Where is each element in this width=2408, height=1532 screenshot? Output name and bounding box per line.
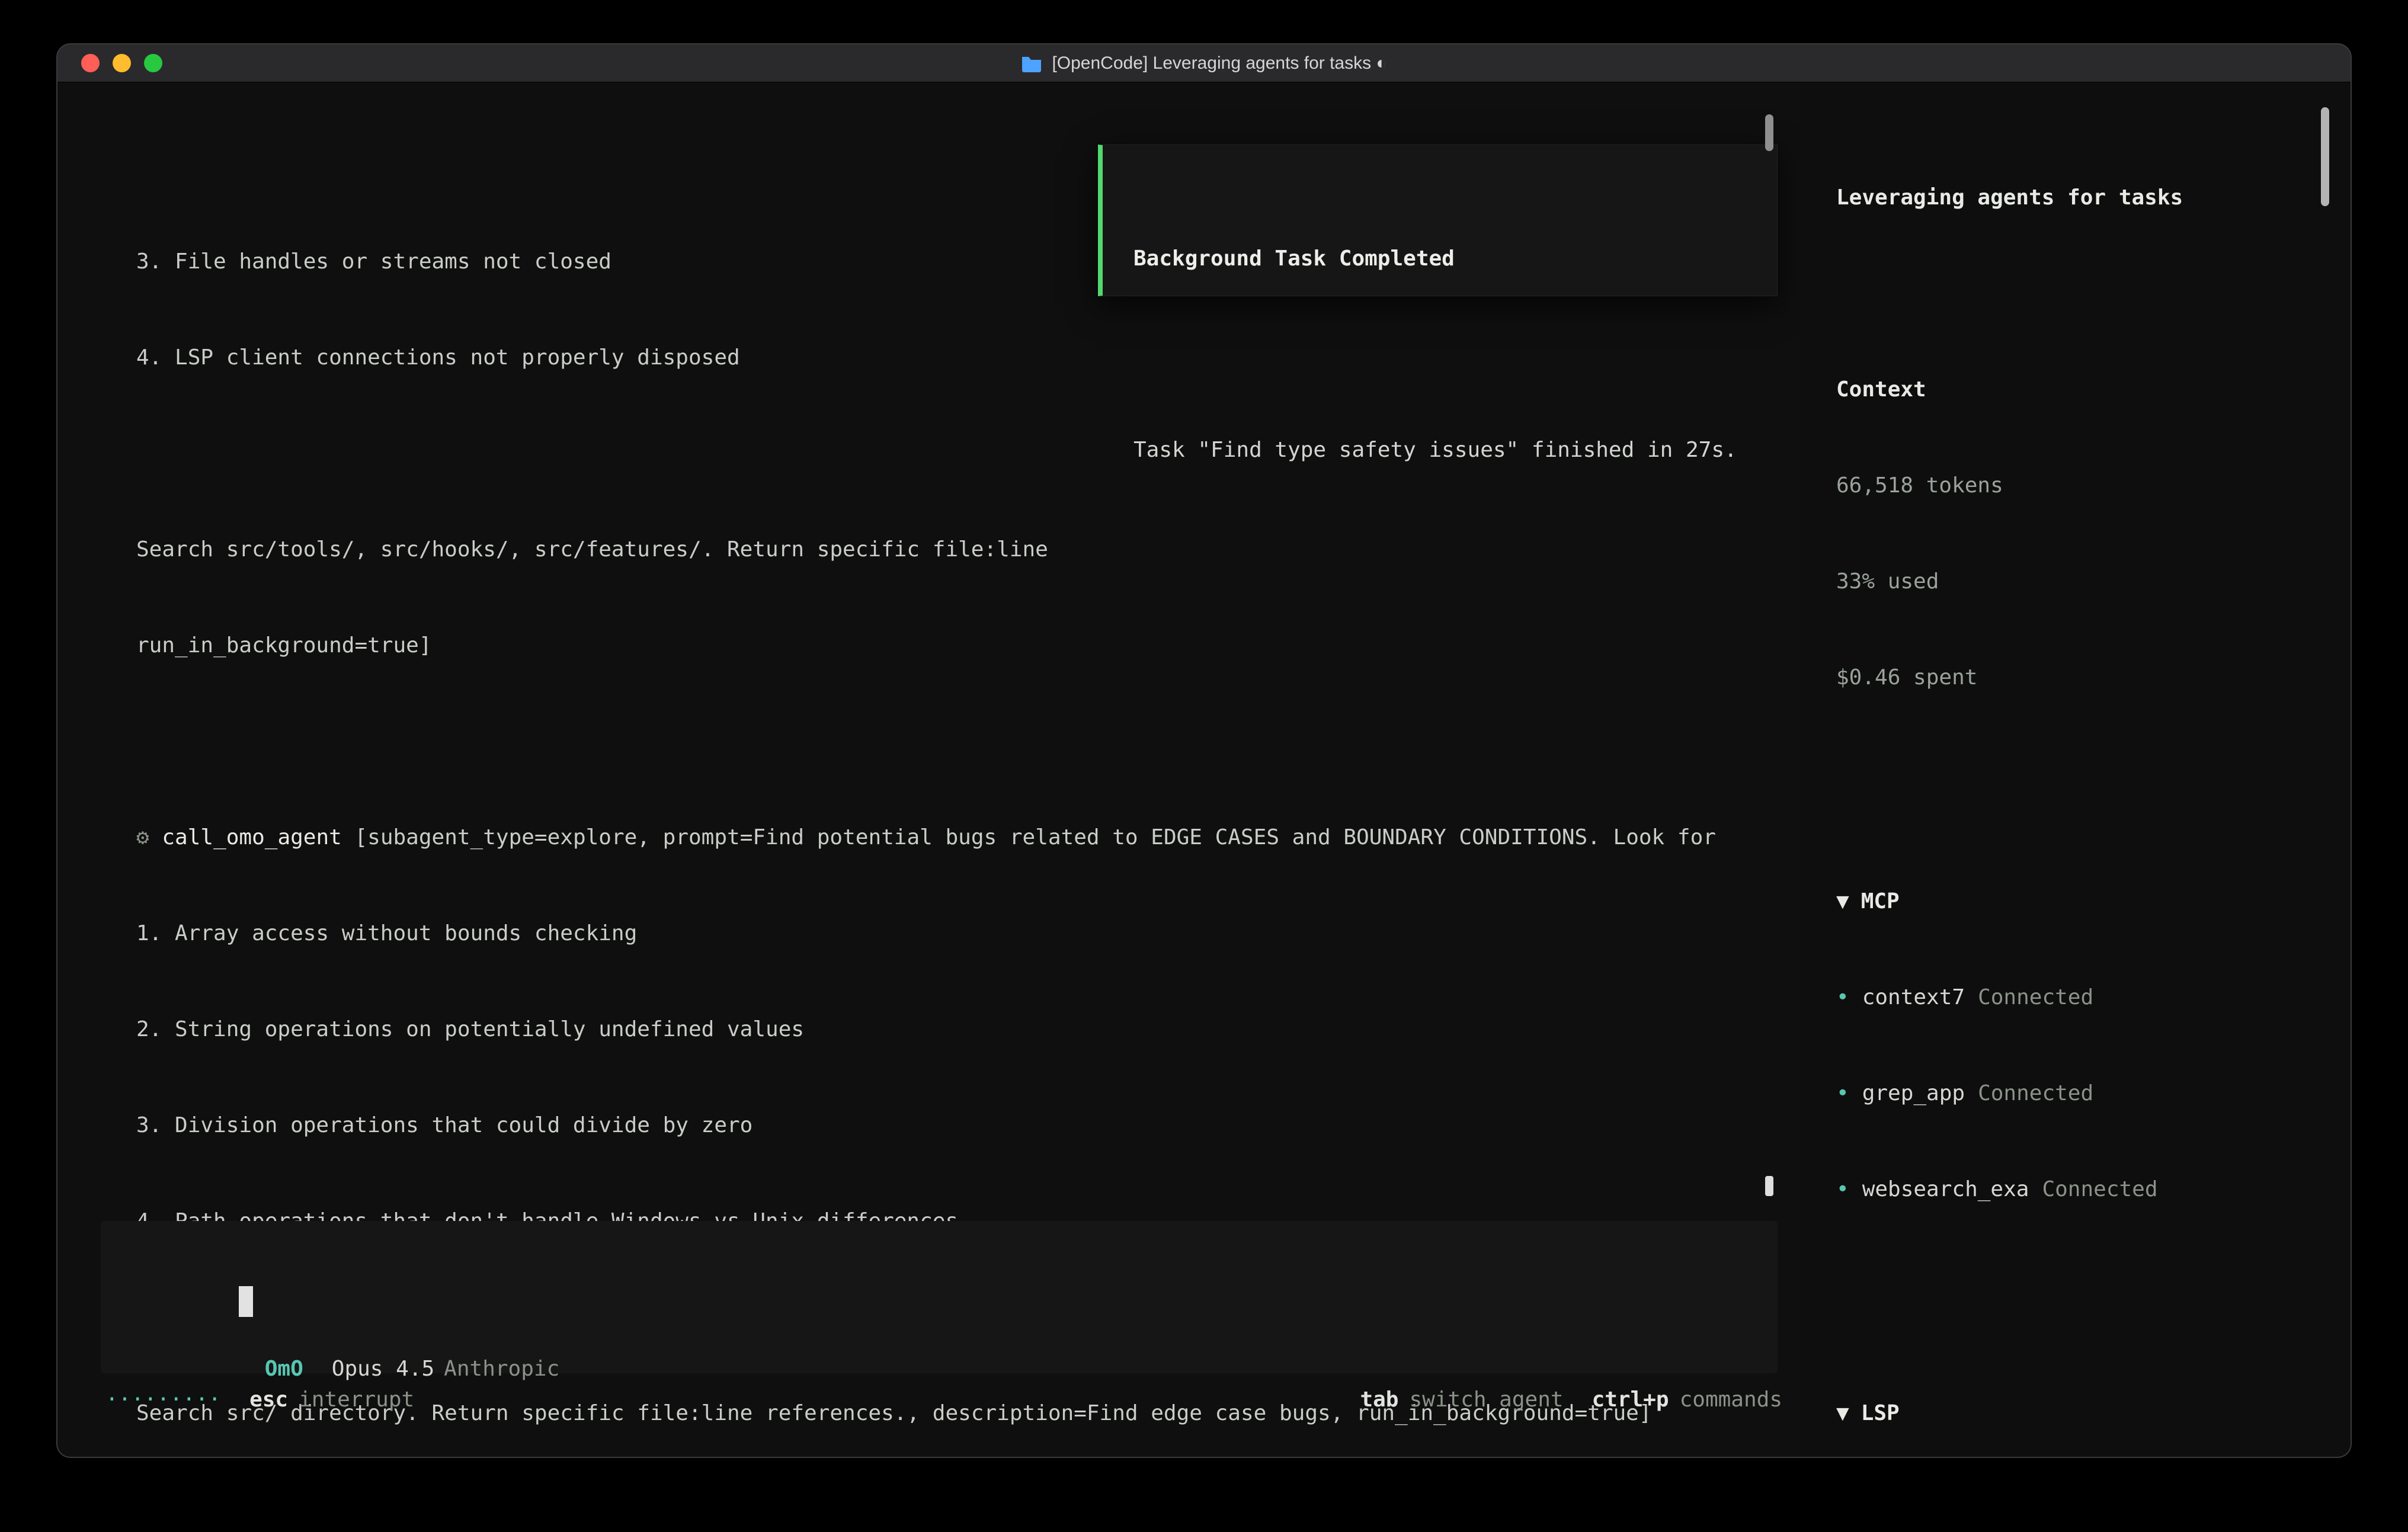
prompt-input[interactable]: OmOOpus 4.5Anthropic xyxy=(101,1221,1778,1373)
log-line: 3. Division operations that could divide… xyxy=(57,1110,1799,1142)
lsp-section-header[interactable]: ▼LSP xyxy=(1836,1398,2321,1430)
ctrlp-key-hint: ctrl+p xyxy=(1592,1384,1669,1416)
bullet-icon: • xyxy=(1836,1177,1849,1201)
status-bar: ········· esc interrupt tab switch agent… xyxy=(57,1384,1799,1416)
tool-call-line: ⚙ call_omo_agent [subagent_type=explore,… xyxy=(57,822,1799,854)
tab-key-hint: tab xyxy=(1360,1384,1398,1416)
bullet-icon: • xyxy=(1836,1081,1849,1105)
mcp-item: •websearch_exaConnected xyxy=(1836,1174,2321,1206)
close-window-button[interactable] xyxy=(81,54,100,72)
chevron-down-icon: ▼ xyxy=(1836,889,1849,914)
log-line: 1. Array access without bounds checking xyxy=(57,918,1799,950)
folder-icon xyxy=(1021,55,1042,72)
mcp-section-header[interactable]: ▼MCP xyxy=(1836,886,2321,918)
mcp-item: •grep_appConnected xyxy=(1836,1078,2321,1110)
main-scrollbar-thumb[interactable] xyxy=(1765,114,1773,151)
chevron-down-icon: ▼ xyxy=(1836,1401,1849,1425)
context-spent: $0.46 spent xyxy=(1836,662,2321,694)
session-title: Leveraging agents for tasks xyxy=(1836,182,2321,214)
esc-key-hint: esc xyxy=(249,1384,288,1416)
main-scroll-position-marker[interactable] xyxy=(1765,1176,1773,1196)
log-line: run_in_background=true] xyxy=(57,630,1799,662)
title-bar: [OpenCode] Leveraging agents for tasks ◐ xyxy=(57,44,2351,82)
window-title-text: [OpenCode] Leveraging agents for tasks ◐ xyxy=(1052,53,1386,73)
context-tokens: 66,518 tokens xyxy=(1836,470,2321,502)
terminal-window: [OpenCode] Leveraging agents for tasks ◐… xyxy=(56,43,2352,1458)
spinner-dots: ········· xyxy=(105,1384,221,1416)
input-model-name: Opus 4.5 xyxy=(332,1357,434,1381)
toast-body: Task "Find type safety issues" finished … xyxy=(1133,434,1759,466)
context-heading: Context xyxy=(1836,374,2321,406)
sidebar-scrollbar-thumb[interactable] xyxy=(2321,107,2329,206)
tool-args: [subagent_type=explore, prompt=Find pote… xyxy=(342,825,1716,850)
window-title: [OpenCode] Leveraging agents for tasks ◐ xyxy=(1021,53,1386,73)
chat-main-area: 3. File handles or streams not closed 4.… xyxy=(57,82,1799,1457)
background-task-toast[interactable]: Background Task Completed Task "Find typ… xyxy=(1098,145,1778,296)
traffic-lights xyxy=(81,44,162,82)
toast-title: Background Task Completed xyxy=(1133,243,1759,275)
input-agent-name: OmO xyxy=(265,1357,303,1381)
input-provider-name: Anthropic xyxy=(444,1357,559,1381)
minimize-window-button[interactable] xyxy=(113,54,131,72)
text-cursor xyxy=(239,1286,253,1317)
mcp-item: •context7Connected xyxy=(1836,982,2321,1014)
input-meta: OmOOpus 4.5Anthropic xyxy=(136,1321,559,1353)
context-used: 33% used xyxy=(1836,566,2321,598)
log-line: 2. String operations on potentially unde… xyxy=(57,1014,1799,1046)
session-sidebar: Leveraging agents for tasks Context 66,5… xyxy=(1799,82,2351,1457)
zoom-window-button[interactable] xyxy=(144,54,162,72)
bullet-icon: • xyxy=(1836,985,1849,1009)
log-line: Search src/tools/, src/hooks/, src/featu… xyxy=(57,534,1799,566)
gear-icon: ⚙ xyxy=(136,825,149,850)
tool-name: call_omo_agent xyxy=(162,825,341,850)
